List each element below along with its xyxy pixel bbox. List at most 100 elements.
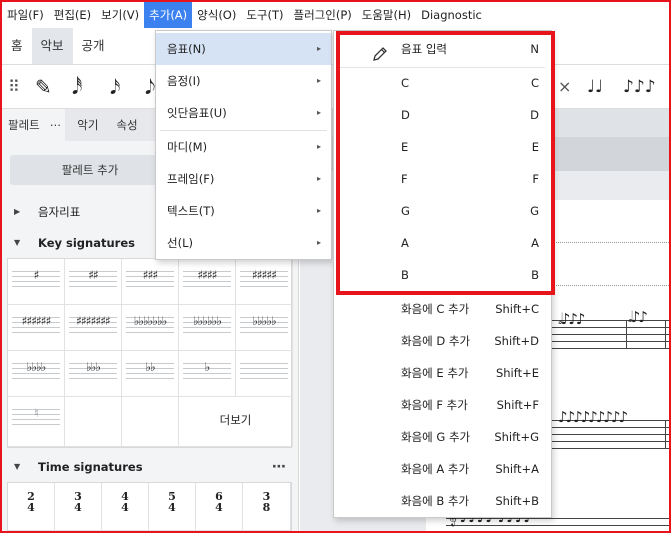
menu-format[interactable]: 양식(O) bbox=[192, 2, 241, 28]
key-cell[interactable]: ♭♭ bbox=[122, 351, 179, 397]
notes-glyph: 𝅗𝅥♪♪♪ bbox=[558, 310, 585, 328]
staff-line bbox=[552, 348, 669, 349]
staff-line bbox=[552, 427, 669, 428]
page-margin-line bbox=[554, 242, 669, 243]
menu-item-lines[interactable]: 선(L) ▸ bbox=[156, 227, 331, 259]
time-cell[interactable]: 54 bbox=[149, 483, 196, 531]
drag-handle-icon[interactable]: ⠿ bbox=[8, 74, 20, 100]
bar-line bbox=[626, 320, 627, 349]
menu-item-intervals[interactable]: 음정(I) ▸ bbox=[156, 65, 331, 97]
time-signatures-label: Time signatures bbox=[38, 460, 143, 474]
key-cell[interactable]: ♯♯ bbox=[65, 259, 122, 305]
menu-item-text[interactable]: 텍스트(T) ▸ bbox=[156, 195, 331, 227]
notes-glyph: ♪♪♪♪♪♪♪♪♪ bbox=[558, 408, 628, 426]
key-cell[interactable]: ♭♭♭♭♭ bbox=[236, 305, 293, 351]
time-cell[interactable]: 44 bbox=[102, 483, 149, 531]
key-cell-open[interactable]: ♮ bbox=[8, 397, 65, 447]
key-cell[interactable]: ♭♭♭♭ bbox=[8, 351, 65, 397]
tab-instruments[interactable]: 악기 bbox=[65, 109, 110, 141]
menu-item-add-f-chord[interactable]: 화음에 F 추가 Shift+F bbox=[334, 389, 551, 421]
menu-item-note-g[interactable]: GG bbox=[334, 195, 551, 227]
expand-arrow-icon: ▶ bbox=[14, 207, 21, 216]
menu-item-add-d-chord[interactable]: 화음에 D 추가 Shift+D bbox=[334, 325, 551, 357]
staff-line bbox=[552, 434, 669, 435]
slur-icon[interactable]: ♪♪♪ bbox=[623, 74, 656, 100]
panel-more-icon[interactable]: ⋯ bbox=[45, 109, 66, 141]
menu-item-add-e-chord[interactable]: 화음에 E 추가 Shift+E bbox=[334, 357, 551, 389]
submenu-arrow-icon: ▸ bbox=[316, 44, 321, 53]
key-cell-empty bbox=[65, 397, 122, 447]
key-cell[interactable]: ♯♯♯♯♯♯ bbox=[8, 305, 65, 351]
key-cell[interactable]: ♯♯♯♯ bbox=[179, 259, 236, 305]
key-signature-grid: ♯ ♯♯ ♯♯♯ ♯♯♯♯ ♯♯♯♯♯ ♯♯♯♯♯♯ ♯♯♯♯♯♯♯ ♭♭♭♭♭… bbox=[7, 258, 293, 448]
time-cell[interactable]: 64 bbox=[196, 483, 243, 531]
key-cell[interactable]: ♭ bbox=[179, 351, 236, 397]
tab-home[interactable]: 홈 bbox=[2, 28, 32, 64]
menu-item-note-input[interactable]: 음표 입력 N bbox=[334, 33, 551, 65]
key-cell[interactable]: ♭♭♭ bbox=[65, 351, 122, 397]
menu-tools[interactable]: 도구(T) bbox=[241, 2, 288, 28]
key-cell[interactable]: ♯♯♯ bbox=[122, 259, 179, 305]
menu-item-measures[interactable]: 마디(M) ▸ bbox=[156, 131, 331, 163]
section-menu-icon[interactable]: ⋯ bbox=[272, 453, 286, 481]
menu-diagnostic[interactable]: Diagnostic bbox=[416, 2, 487, 28]
notes-glyph: 𝅗𝅥♪♪ bbox=[628, 308, 648, 326]
menu-item-tuplets[interactable]: 잇단음표(U) ▸ bbox=[156, 97, 331, 129]
submenu-arrow-icon: ▸ bbox=[316, 76, 321, 85]
staff-line bbox=[552, 448, 669, 449]
menu-item-add-b-chord[interactable]: 화음에 B 추가 Shift+B bbox=[334, 485, 551, 517]
menu-item-note-d[interactable]: DD bbox=[334, 99, 551, 131]
submenu-arrow-icon: ▸ bbox=[316, 108, 321, 117]
menu-add[interactable]: 추가(A) bbox=[144, 2, 193, 28]
key-cell[interactable] bbox=[236, 351, 293, 397]
tab-properties[interactable]: 속성 bbox=[110, 109, 143, 141]
menu-bar: 파일(F) 편집(E) 보기(V) 추가(A) 양식(O) 도구(T) 플러그인… bbox=[2, 2, 669, 28]
time-cell[interactable]: 38 bbox=[243, 483, 291, 531]
menu-edit[interactable]: 편집(E) bbox=[49, 2, 96, 28]
tab-palettes[interactable]: 팔레트 bbox=[2, 109, 46, 141]
menu-item-frames[interactable]: 프레임(F) ▸ bbox=[156, 163, 331, 195]
thirty-second-note-icon[interactable]: 𝅘𝅥𝅯 bbox=[110, 74, 120, 100]
time-cell[interactable]: 34 bbox=[55, 483, 102, 531]
close-icon[interactable]: × bbox=[558, 74, 571, 100]
menu-item-add-c-chord[interactable]: 화음에 C 추가 Shift+C bbox=[334, 293, 551, 325]
menu-file[interactable]: 파일(F) bbox=[2, 2, 49, 28]
sixty-fourth-note-icon[interactable]: 𝅘𝅥𝅰 bbox=[72, 74, 82, 100]
key-cell[interactable]: ♭♭♭♭♭♭♭ bbox=[122, 305, 179, 351]
key-cell[interactable]: ♭♭♭♭♭♭ bbox=[179, 305, 236, 351]
menu-view[interactable]: 보기(V) bbox=[96, 2, 144, 28]
notes-submenu: 음표 입력 N CC DD EE FF GG AA BB 화음에 C 추가 Shif… bbox=[333, 30, 552, 518]
key-cell-empty bbox=[122, 397, 179, 447]
menu-plugins[interactable]: 플러그인(P) bbox=[289, 2, 357, 28]
menu-help[interactable]: 도움말(H) bbox=[357, 2, 416, 28]
menu-item-note-a[interactable]: AA bbox=[334, 227, 551, 259]
menu-item-note-c[interactable]: CC bbox=[334, 67, 551, 99]
add-palette-button[interactable]: 팔레트 추가 bbox=[10, 155, 170, 185]
submenu-arrow-icon: ▸ bbox=[316, 174, 321, 183]
staff-line bbox=[552, 441, 669, 442]
time-cell[interactable]: 24 bbox=[8, 483, 55, 531]
submenu-arrow-icon: ▸ bbox=[316, 206, 321, 215]
staff-line bbox=[552, 334, 669, 335]
submenu-arrow-icon: ▸ bbox=[316, 142, 321, 151]
sixteenth-note-icon[interactable]: 𝅘𝅥𝅮 bbox=[145, 74, 155, 100]
menu-item-add-a-chord[interactable]: 화음에 A 추가 Shift+A bbox=[334, 453, 551, 485]
clefs-section-label: 음자리표 bbox=[38, 205, 81, 219]
more-button[interactable]: 더보기 bbox=[179, 397, 293, 447]
key-cell[interactable]: ♯ bbox=[8, 259, 65, 305]
time-signatures-header[interactable]: ▼ Time signatures ⋯ bbox=[2, 453, 299, 481]
menu-item-note-b[interactable]: BB bbox=[334, 259, 551, 291]
page-margin-line bbox=[554, 285, 669, 286]
tie-icon[interactable]: ♩♩ bbox=[587, 74, 603, 100]
menu-item-note-e[interactable]: EE bbox=[334, 131, 551, 163]
menu-item-add-g-chord[interactable]: 화음에 G 추가 Shift+G bbox=[334, 421, 551, 453]
tab-score[interactable]: 악보 bbox=[31, 28, 73, 64]
pencil-icon[interactable]: ✎ bbox=[35, 74, 52, 100]
staff-line bbox=[552, 341, 669, 342]
menu-item-note-f[interactable]: FF bbox=[334, 163, 551, 195]
key-cell[interactable]: ♯♯♯♯♯ bbox=[236, 259, 293, 305]
menu-item-notes[interactable]: 음표(N) ▸ bbox=[156, 33, 331, 65]
key-cell[interactable]: ♯♯♯♯♯♯♯ bbox=[65, 305, 122, 351]
tab-publish[interactable]: 공개 bbox=[73, 28, 114, 64]
bar-line bbox=[665, 420, 666, 449]
